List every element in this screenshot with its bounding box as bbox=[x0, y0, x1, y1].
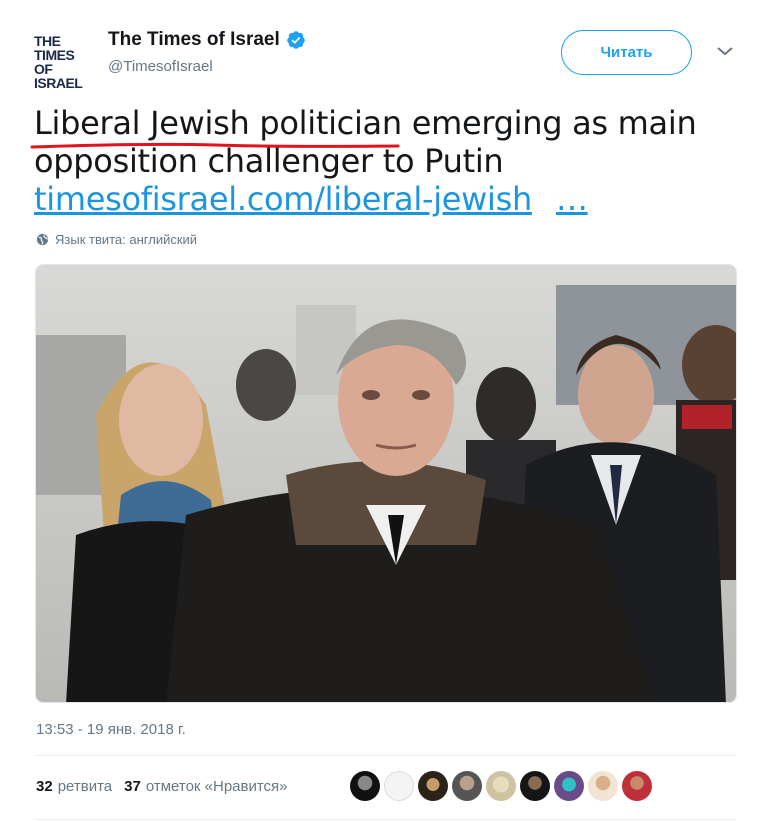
logo-line-2: OF ISRAEL bbox=[34, 61, 83, 91]
avatar[interactable] bbox=[554, 771, 584, 801]
tweet-link-ellipsis[interactable]: … bbox=[556, 180, 588, 218]
language-note-text: Язык твита: английский bbox=[55, 232, 198, 247]
language-note: Язык твита: английский bbox=[36, 232, 197, 247]
name-row: The Times of Israel bbox=[108, 29, 306, 51]
account-handle[interactable]: @TimesofIsrael bbox=[108, 58, 213, 75]
retweets-count: 32 bbox=[36, 778, 53, 795]
avatar[interactable] bbox=[622, 771, 652, 801]
display-name[interactable]: The Times of Israel bbox=[108, 29, 280, 51]
likes-label: отметок «Нравится» bbox=[145, 778, 288, 795]
likes-count: 37 bbox=[124, 778, 141, 795]
avatar[interactable] bbox=[452, 771, 482, 801]
avatar[interactable] bbox=[520, 771, 550, 801]
red-underline-annotation bbox=[30, 142, 400, 149]
logo-line-1: THE TIMES bbox=[34, 33, 75, 63]
chevron-down-icon[interactable] bbox=[716, 45, 734, 57]
avatar[interactable] bbox=[384, 771, 414, 801]
tweet-text: Liberal Jewish politician emerging as ma… bbox=[34, 104, 734, 218]
photo-illustration bbox=[36, 265, 736, 702]
follow-button[interactable]: Читать bbox=[561, 30, 692, 75]
retweets-stat[interactable]: 32 ретвита bbox=[36, 778, 112, 795]
account-logo[interactable]: THE TIMES OF ISRAEL bbox=[34, 33, 94, 90]
likes-stat[interactable]: 37 отметок «Нравится» bbox=[124, 778, 287, 795]
avatar[interactable] bbox=[588, 771, 618, 801]
tweet-photo[interactable] bbox=[35, 264, 737, 703]
tweet-link[interactable]: timesofisrael.com/liberal-jewish bbox=[34, 180, 532, 218]
globe-icon bbox=[36, 233, 49, 246]
avatar[interactable] bbox=[418, 771, 448, 801]
divider bbox=[36, 819, 736, 820]
tweet-timestamp[interactable]: 13:53 - 19 янв. 2018 г. bbox=[36, 721, 186, 738]
verified-icon bbox=[287, 31, 305, 49]
tweet-stats: 32 ретвита 37 отметок «Нравится» bbox=[36, 778, 300, 795]
divider bbox=[36, 755, 736, 756]
retweets-label: ретвита bbox=[57, 778, 113, 795]
avatar[interactable] bbox=[486, 771, 516, 801]
liker-avatars bbox=[350, 771, 656, 801]
tweet-header: THE TIMES OF ISRAEL The Times of Israel … bbox=[0, 0, 761, 95]
avatar[interactable] bbox=[350, 771, 380, 801]
